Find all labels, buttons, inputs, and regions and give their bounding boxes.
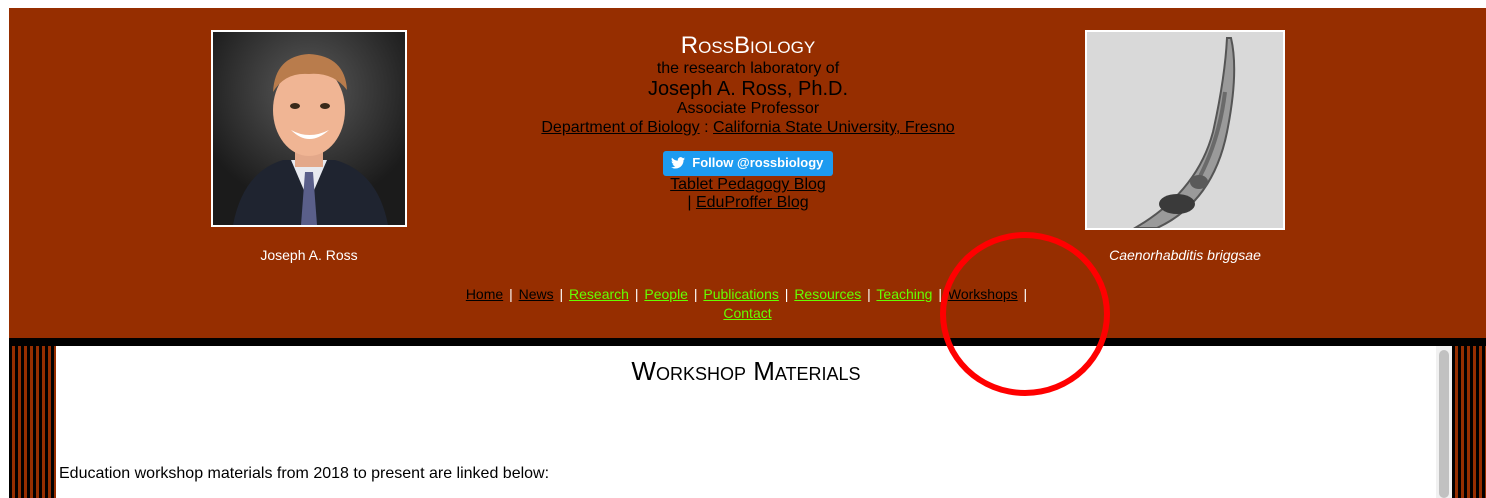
content-panel: Workshop Materials Education workshop ma… <box>56 346 1436 498</box>
twitter-bird-icon <box>670 157 685 172</box>
nav-separator: | <box>784 286 789 302</box>
worm-caption: Caenorhabditis briggsae <box>1109 247 1261 263</box>
blog-separator: | <box>687 194 692 211</box>
site-title: RossBiology <box>680 32 816 59</box>
nav-publications[interactable]: Publications <box>703 286 779 302</box>
left-stripe-border <box>9 346 56 498</box>
nav-separator: | <box>867 286 871 302</box>
nav-contact[interactable]: Contact <box>723 305 771 321</box>
page-title: Workshop Materials <box>631 356 861 386</box>
portrait-caption: Joseph A. Ross <box>260 247 358 263</box>
nav-home[interactable]: Home <box>466 286 503 302</box>
nav-separator: | <box>559 286 564 302</box>
tablet-pedagogy-blog-link[interactable]: Tablet Pedagogy Blog <box>670 176 826 193</box>
university-link[interactable]: California State University, Fresno <box>713 119 955 136</box>
annotation-circle <box>940 232 1110 396</box>
header-divider <box>9 338 1486 346</box>
affiliation-separator: : <box>704 119 709 136</box>
nav-separator: | <box>693 286 698 302</box>
header-info: RossBiology the research laboratory of J… <box>463 32 1033 212</box>
portrait-photo <box>211 30 407 227</box>
nav-separator: | <box>634 286 639 302</box>
department-link[interactable]: Department of Biology <box>541 119 699 136</box>
nav-separator: | <box>509 286 513 302</box>
right-stripe-border <box>1452 346 1486 498</box>
nav-news[interactable]: News <box>519 286 554 302</box>
worm-photo <box>1085 30 1285 230</box>
pi-name: Joseph A. Ross, Ph.D. <box>647 78 849 100</box>
eduproffer-blog-link[interactable]: EduProffer Blog <box>696 194 809 211</box>
twitter-follow-button[interactable]: Follow @rossbiology <box>662 151 834 176</box>
twitter-follow-label: Follow @rossbiology <box>692 155 824 170</box>
affiliation-line: Department of Biology : California State… <box>463 118 1033 138</box>
nav-research[interactable]: Research <box>569 286 629 302</box>
nav-resources[interactable]: Resources <box>794 286 861 302</box>
nav-teaching[interactable]: Teaching <box>876 286 932 302</box>
intro-text: Education workshop materials from 2018 t… <box>59 465 550 482</box>
site-subtitle: the research laboratory of <box>656 60 840 77</box>
nav-people[interactable]: People <box>644 286 688 302</box>
pi-title: Associate Professor <box>676 100 820 117</box>
scrollbar-thumb[interactable] <box>1439 350 1449 498</box>
